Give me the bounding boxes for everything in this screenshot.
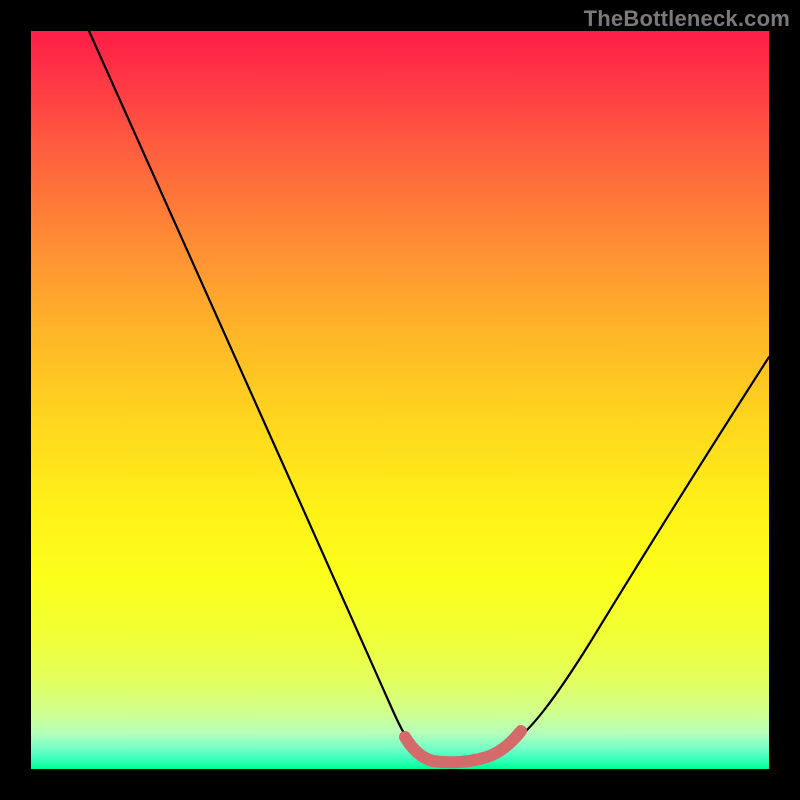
chart-background [31,31,769,769]
watermark-text: TheBottleneck.com [584,6,790,32]
chart-frame: TheBottleneck.com [0,0,800,800]
